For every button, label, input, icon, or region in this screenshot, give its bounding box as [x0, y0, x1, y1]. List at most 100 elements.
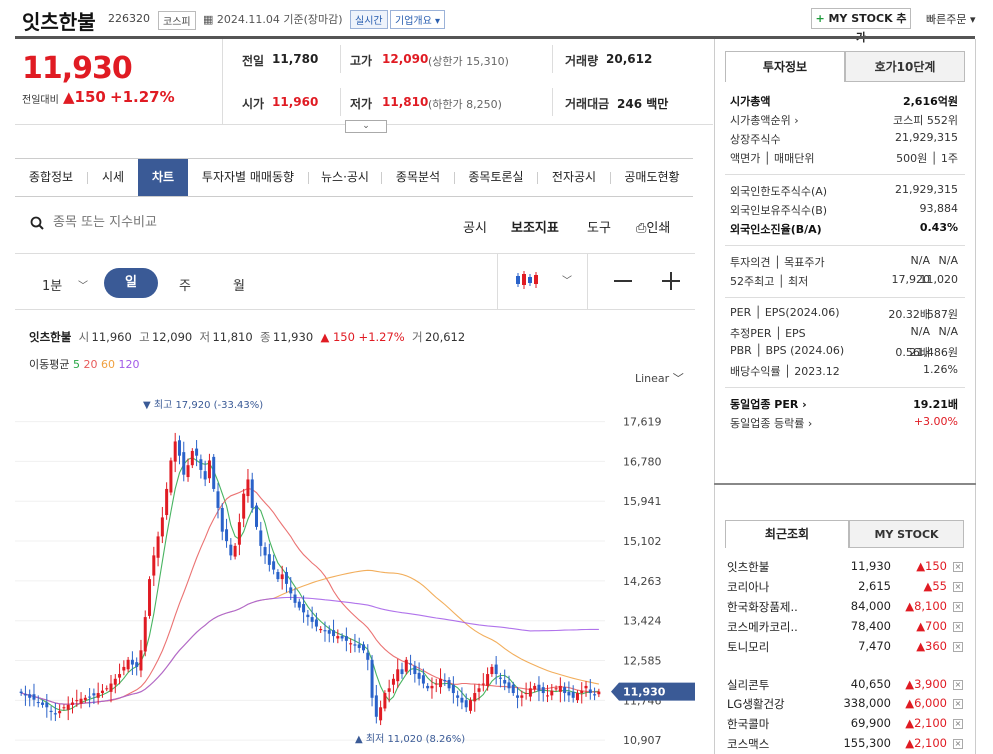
compare-search-input[interactable] [53, 215, 253, 230]
recent-item[interactable]: 잇츠한불 11,930 ▲150 × [727, 559, 965, 577]
period-month-button[interactable]: 월 [233, 275, 245, 294]
tab-quote[interactable]: 시세 [88, 159, 138, 196]
disclosure-toggle[interactable]: 공시 [463, 217, 487, 236]
date-info: ▦ 2024.11.04 기준(장마감) [203, 11, 343, 27]
close-icon[interactable]: × [953, 582, 963, 592]
tab-short-selling[interactable]: 공매도현황 [611, 159, 693, 196]
tab-news[interactable]: 뉴스·공시 [309, 159, 381, 196]
ma-60[interactable]: 60 [101, 358, 115, 371]
recent-item-change: ▲150 [916, 559, 947, 573]
quick-order-button[interactable]: 빠른주문 ▾ [926, 11, 976, 27]
chevron-down-icon[interactable]: ﹀ [562, 272, 572, 287]
print-button[interactable]: ⎙인쇄 [636, 217, 670, 236]
period-day-button[interactable]: 일 [104, 268, 158, 298]
invest-row: 외국인소진율(B/A) 0.43% [730, 221, 958, 239]
candle-body [88, 696, 92, 698]
period-week-button[interactable]: 주 [179, 275, 191, 294]
candle-body [507, 682, 511, 689]
invest-separator [725, 245, 965, 246]
mystock-add-button[interactable]: + MY STOCK 추가 [811, 8, 911, 44]
close-icon[interactable]: × [953, 642, 963, 652]
ma-120[interactable]: 120 [118, 358, 139, 371]
recent-item[interactable]: 실리콘투 40,650 ▲3,900 × [727, 677, 965, 695]
recent-item-name[interactable]: 한국콜마 [727, 716, 769, 732]
invest-row: 시가총액순위 › 코스피 552위 [730, 112, 958, 130]
tab-mystock[interactable]: MY STOCK [849, 520, 964, 548]
tab-disclosure[interactable]: 전자공시 [538, 159, 610, 196]
chevron-down-icon[interactable]: ﹀ [78, 277, 88, 292]
close-icon[interactable]: × [953, 699, 963, 709]
tab-orderbook[interactable]: 호가10단계 [845, 51, 965, 82]
invest-row: 액면가 │ 매매단위 500원 │ 1주 [730, 150, 958, 168]
invest-separator [725, 174, 965, 175]
y-tick-label: 17,619 [623, 416, 662, 429]
tab-analysis[interactable]: 종목분석 [382, 159, 454, 196]
candle-body [75, 700, 79, 702]
recent-item-name[interactable]: 실리콘투 [727, 677, 769, 693]
candle-body [550, 690, 554, 696]
scale-select[interactable]: Linear ﹀ [635, 370, 684, 386]
market-tag: 코스피 [158, 11, 196, 30]
info-high: 12,090 [151, 330, 193, 344]
tab-recent[interactable]: 최근조회 [725, 520, 849, 548]
recent-item[interactable]: 코리아나 2,615 ▲55 × [727, 579, 965, 597]
recent-item[interactable]: 코스맥스 155,300 ▲2,100 × [727, 736, 965, 754]
tab-investor[interactable]: 투자자별 매매동향 [188, 159, 308, 196]
close-icon[interactable]: × [953, 602, 963, 612]
close-icon[interactable]: × [953, 622, 963, 632]
candle-body [32, 694, 36, 700]
candle-body [229, 544, 233, 556]
candle-body [490, 666, 494, 675]
diff-value: ▲150 [63, 88, 106, 106]
close-icon[interactable]: × [953, 719, 963, 729]
tab-board[interactable]: 종목토론실 [455, 159, 537, 196]
zoom-in-icon[interactable] [662, 272, 680, 290]
candle-body [563, 687, 567, 694]
recent-item-name[interactable]: 코리아나 [727, 579, 769, 595]
tab-invest-info[interactable]: 투자정보 [725, 51, 845, 82]
quote-bottom-line [223, 124, 713, 125]
corp-overview-button[interactable]: 기업개요 ▾ [390, 10, 445, 29]
candle-type-icon[interactable] [515, 269, 539, 291]
candle-body [113, 678, 117, 685]
recent-item-name[interactable]: 코스맥스 [727, 736, 769, 752]
invest-row-label: 상장주식수 [730, 133, 781, 146]
expand-chevron-button[interactable]: ⌄ [345, 120, 387, 133]
close-icon[interactable]: × [953, 562, 963, 572]
close-icon[interactable]: × [953, 739, 963, 749]
tab-chart[interactable]: 차트 [138, 159, 188, 196]
recent-item-name[interactable]: 한국화장품제.. [727, 599, 798, 615]
candle-body [66, 704, 70, 710]
candle-body [242, 493, 246, 519]
recent-item-name[interactable]: 코스메카코리.. [727, 619, 798, 635]
candle-body [520, 695, 524, 698]
indicator-button[interactable]: 보조지표 [511, 217, 559, 236]
recent-item[interactable]: 토니모리 7,470 ▲360 × [727, 639, 965, 657]
candle-body [524, 693, 528, 695]
period-minute-select[interactable]: 1분 [42, 275, 62, 294]
search-icon[interactable] [30, 216, 44, 230]
tab-overview[interactable]: 종합정보 [15, 159, 87, 196]
recent-item-name[interactable]: 토니모리 [727, 639, 769, 655]
zoom-out-icon[interactable] [614, 280, 632, 282]
ma-5[interactable]: 5 [73, 358, 80, 371]
candle-body [152, 555, 156, 576]
invest-separator [725, 387, 965, 388]
recent-item-name[interactable]: 잇츠한불 [727, 559, 769, 575]
candle-body [546, 695, 550, 697]
recent-item[interactable]: 코스메카코리.. 78,400 ▲700 × [727, 619, 965, 637]
candle-body [156, 536, 160, 558]
ma-20[interactable]: 20 [83, 358, 97, 371]
price-chart[interactable]: 17,619 16,780 15,941 15,102 14,263 13,424 12,5… [15, 390, 705, 754]
recent-item[interactable]: 한국콜마 69,900 ▲2,100 × [727, 716, 965, 734]
recent-item[interactable]: 한국화장품제.. 84,000 ▲8,100 × [727, 599, 965, 617]
right-panel-border [714, 39, 715, 754]
candle-body [528, 688, 532, 697]
prev-label: 전일 [242, 54, 265, 68]
live-tag[interactable]: 실시간 [350, 10, 388, 29]
recent-item[interactable]: LG생활건강 338,000 ▲6,000 × [727, 696, 965, 714]
invest-row: 동일업종 PER › 19.21배 [730, 396, 958, 414]
recent-item-name[interactable]: LG생활건강 [727, 696, 785, 712]
tools-button[interactable]: 도구 [587, 217, 611, 236]
close-icon[interactable]: × [953, 680, 963, 690]
